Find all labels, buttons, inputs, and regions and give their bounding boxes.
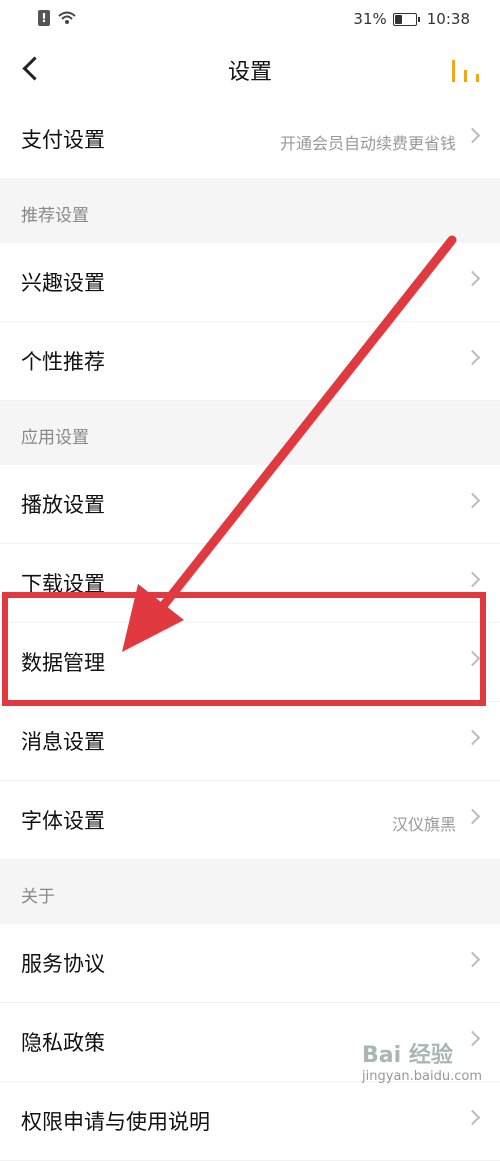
settings-list: 支付设置 开通会员自动续费更省钱推荐设置兴趣设置个性推荐应用设置播放设置下载设置数… bbox=[0, 100, 500, 1161]
section-header: 推荐设置 bbox=[0, 179, 500, 243]
chevron-right-icon bbox=[464, 1109, 481, 1126]
settings-item[interactable]: 数据管理 bbox=[0, 623, 500, 702]
section-label: 关于 bbox=[21, 887, 55, 907]
status-bar: ! 31% 10:38 bbox=[0, 0, 500, 38]
settings-item-label: 下载设置 bbox=[21, 572, 105, 596]
section-label: 应用设置 bbox=[21, 428, 89, 448]
settings-item[interactable]: 服务协议 bbox=[0, 924, 500, 1003]
settings-item-label: 个性推荐 bbox=[21, 350, 105, 374]
settings-item[interactable]: 播放设置 bbox=[0, 465, 500, 544]
settings-item-value: 开通会员自动续费更省钱 bbox=[279, 134, 456, 153]
stats-icon[interactable] bbox=[452, 54, 484, 82]
watermark-url: jingyan.baidu.com bbox=[362, 1069, 482, 1084]
title-bar: 设置 bbox=[0, 38, 500, 100]
settings-item-label: 服务协议 bbox=[21, 952, 105, 976]
battery-icon bbox=[392, 12, 420, 26]
settings-item[interactable]: 字体设置 汉仪旗黑 bbox=[0, 781, 500, 860]
settings-item[interactable]: 个性推荐 bbox=[0, 322, 500, 401]
settings-item[interactable]: 权限申请与使用说明 bbox=[0, 1082, 500, 1161]
settings-item-label: 消息设置 bbox=[21, 730, 105, 754]
clock: 10:38 bbox=[426, 10, 470, 28]
settings-item-label: 支付设置 bbox=[21, 128, 105, 152]
section-header: 应用设置 bbox=[0, 401, 500, 465]
settings-item-label: 隐私政策 bbox=[21, 1031, 105, 1055]
chevron-right-icon bbox=[464, 492, 481, 509]
settings-item-label: 字体设置 bbox=[21, 809, 105, 833]
chevron-right-icon bbox=[464, 808, 481, 825]
wifi-icon bbox=[58, 11, 76, 24]
chevron-right-icon bbox=[464, 571, 481, 588]
settings-item-value: 汉仪旗黑 bbox=[391, 815, 456, 834]
chevron-right-icon bbox=[464, 127, 481, 144]
chevron-right-icon bbox=[464, 650, 481, 667]
chevron-right-icon bbox=[464, 951, 481, 968]
settings-item-label: 兴趣设置 bbox=[21, 271, 105, 295]
alert-icon: ! bbox=[38, 10, 50, 26]
chevron-right-icon bbox=[464, 729, 481, 746]
settings-item[interactable]: 支付设置 开通会员自动续费更省钱 bbox=[0, 100, 500, 179]
chevron-right-icon bbox=[464, 270, 481, 287]
section-header: 关于 bbox=[0, 860, 500, 924]
settings-item-label: 播放设置 bbox=[21, 493, 105, 517]
watermark: Bai 经验 jingyan.baidu.com bbox=[362, 1037, 482, 1084]
settings-item-label: 数据管理 bbox=[21, 651, 105, 675]
watermark-logo: Bai 经验 bbox=[362, 1043, 453, 1068]
settings-item-label: 权限申请与使用说明 bbox=[21, 1110, 210, 1134]
settings-item[interactable]: 下载设置 bbox=[0, 544, 500, 623]
settings-item[interactable]: 兴趣设置 bbox=[0, 243, 500, 322]
chevron-right-icon bbox=[464, 349, 481, 366]
battery-percent: 31% bbox=[353, 10, 387, 28]
page-title: 设置 bbox=[227, 60, 272, 85]
settings-item[interactable]: 消息设置 bbox=[0, 702, 500, 781]
section-label: 推荐设置 bbox=[21, 206, 89, 226]
